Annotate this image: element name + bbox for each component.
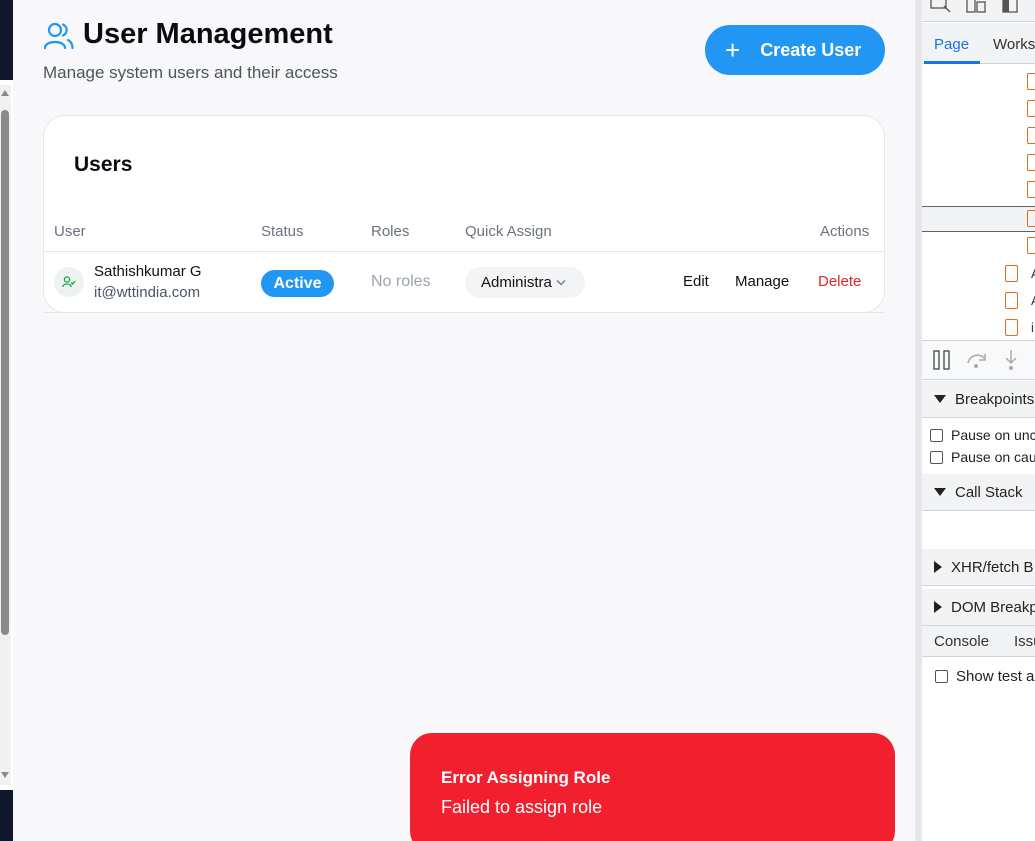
- file-icon[interactable]: [1027, 210, 1035, 227]
- create-user-label: Create User: [760, 39, 862, 60]
- page-title: User Management: [83, 18, 333, 50]
- user-name: Sathishkumar G: [94, 263, 202, 280]
- xhr-breakpoints-section[interactable]: XHR/fetch B: [922, 549, 1035, 586]
- user-email: it@wttindia.com: [94, 284, 201, 301]
- file-icon[interactable]: [1005, 265, 1018, 282]
- pause-caught-label: Pause on cau: [951, 449, 1035, 465]
- file-icon[interactable]: [1027, 154, 1035, 171]
- file-icon[interactable]: [1005, 292, 1018, 309]
- breakpoints-label: Breakpoints: [955, 390, 1035, 408]
- file-label[interactable]: i: [1031, 320, 1034, 335]
- file-label[interactable]: A: [1031, 266, 1035, 281]
- collapse-triangle-icon: [934, 601, 942, 613]
- quick-assign-value: Administra: [481, 274, 552, 291]
- call-stack-label: Call Stack: [955, 483, 1023, 501]
- dom-breakpoints-section[interactable]: DOM Breakp: [922, 589, 1035, 626]
- scroll-up-arrow[interactable]: [1, 90, 9, 96]
- step-over-icon[interactable]: [966, 351, 988, 369]
- dark-edge-bottom: [0, 790, 13, 841]
- edit-button[interactable]: Edit: [683, 273, 709, 290]
- inspect-icon[interactable]: [930, 0, 952, 14]
- tab-workspace[interactable]: Works: [993, 36, 1035, 53]
- users-card: Users User Status Roles Quick Assign Act…: [43, 115, 885, 313]
- checkbox[interactable]: [930, 450, 943, 464]
- delete-button[interactable]: Delete: [818, 273, 861, 290]
- tab-issues[interactable]: Issu: [1014, 633, 1035, 650]
- step-into-icon[interactable]: [1003, 349, 1019, 371]
- user-check-icon: [62, 276, 76, 288]
- show-test-option[interactable]: Show test a: [935, 668, 1034, 685]
- pause-uncaught-label: Pause on unc: [951, 427, 1035, 443]
- column-header-actions: Actions: [820, 223, 870, 240]
- devtools-toolbar: [922, 0, 1035, 22]
- roles-value: No roles: [371, 273, 431, 290]
- plus-icon: +: [725, 35, 741, 65]
- file-icon[interactable]: [1027, 237, 1035, 254]
- devtools-panel: Page Works A A i: [915, 0, 1035, 841]
- header-divider: [44, 251, 884, 252]
- device-toggle-icon[interactable]: [966, 0, 988, 16]
- avatar: [54, 267, 84, 297]
- tab-console[interactable]: Console: [934, 633, 989, 650]
- dom-label: DOM Breakp: [951, 598, 1035, 616]
- file-icon[interactable]: [1027, 127, 1035, 144]
- manage-button[interactable]: Manage: [735, 273, 789, 290]
- chevron-down-icon: [556, 280, 566, 286]
- column-header-user: User: [54, 223, 86, 240]
- breakpoints-section[interactable]: Breakpoints: [922, 381, 1035, 418]
- file-icon[interactable]: [1027, 181, 1035, 198]
- active-tab-indicator: [924, 61, 980, 64]
- toast-message: Failed to assign role: [441, 797, 603, 817]
- checkbox[interactable]: [930, 428, 943, 442]
- file-icon[interactable]: [1005, 319, 1018, 336]
- pause-icon[interactable]: [933, 350, 951, 370]
- xhr-label: XHR/fetch B: [951, 558, 1034, 576]
- pause-caught-option[interactable]: Pause on cau: [930, 449, 1035, 465]
- users-icon: [44, 22, 74, 50]
- column-header-quick-assign: Quick Assign: [465, 223, 552, 240]
- expand-triangle-icon: [934, 488, 946, 496]
- file-icon[interactable]: [1027, 100, 1035, 117]
- pause-uncaught-option[interactable]: Pause on unc: [930, 427, 1035, 443]
- table-bottom-line: [43, 312, 885, 313]
- left-edge-strip: [0, 0, 13, 841]
- dark-edge-top: [0, 0, 13, 80]
- sources-tabs: Page Works: [922, 23, 1035, 64]
- create-user-button[interactable]: + Create User: [705, 25, 885, 75]
- drawer-tabs: Console Issu: [922, 625, 1035, 657]
- show-test-label: Show test a: [956, 668, 1035, 685]
- column-header-status: Status: [261, 223, 304, 240]
- main-page: User Management Manage system users and …: [13, 0, 915, 841]
- tab-page[interactable]: Page: [934, 36, 969, 53]
- error-toast[interactable]: Error Assigning Role Failed to assign ro…: [410, 733, 895, 841]
- toast-title: Error Assigning Role: [441, 768, 611, 787]
- file-label[interactable]: A: [1031, 293, 1035, 308]
- page-subtitle: Manage system users and their access: [43, 63, 338, 82]
- scrollbar-thumb[interactable]: [1, 110, 9, 635]
- collapse-triangle-icon: [934, 561, 942, 573]
- card-title: Users: [74, 153, 133, 176]
- column-header-roles: Roles: [371, 223, 410, 240]
- call-stack-section[interactable]: Call Stack: [922, 474, 1035, 511]
- checkbox[interactable]: [935, 670, 948, 683]
- selected-tree-row[interactable]: [922, 206, 1035, 232]
- expand-triangle-icon: [934, 395, 946, 403]
- quick-assign-select[interactable]: Administra: [465, 267, 585, 298]
- dock-icon[interactable]: [1002, 0, 1020, 14]
- file-icon[interactable]: [1027, 73, 1035, 90]
- status-badge: Active: [261, 270, 334, 297]
- debugger-controls: [922, 340, 1035, 380]
- scroll-down-arrow[interactable]: [1, 772, 9, 778]
